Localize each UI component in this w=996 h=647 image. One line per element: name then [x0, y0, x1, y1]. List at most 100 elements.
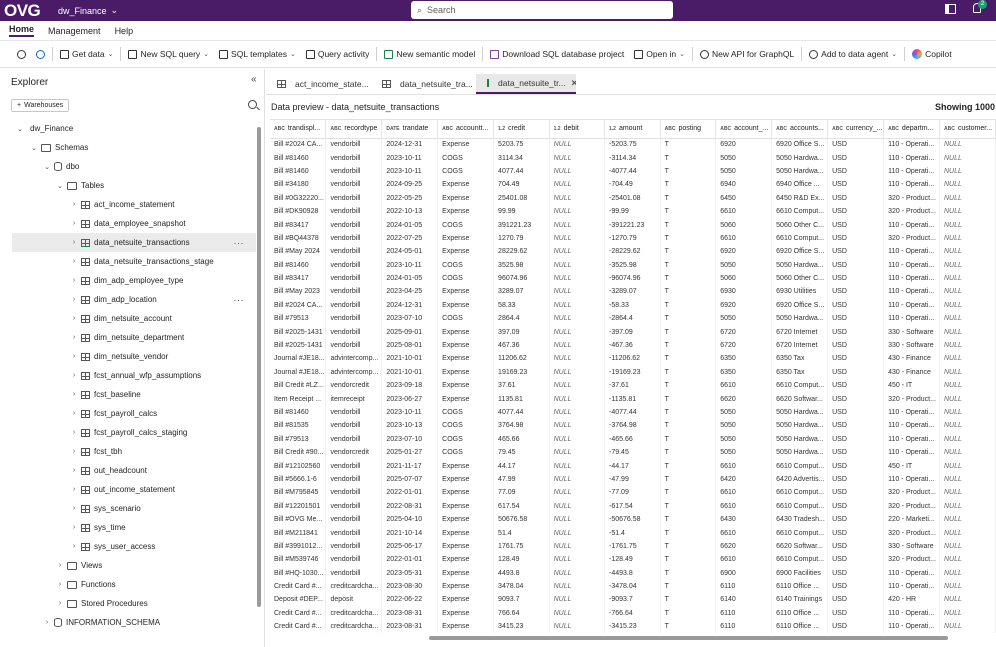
table-cell[interactable]: NULL: [549, 539, 605, 554]
table-cell[interactable]: 58.33: [493, 298, 550, 313]
table-row[interactable]: Bill #M795845 vendorbill 2022-01-01 Expense…: [270, 486, 996, 500]
table-cell[interactable]: Bill #12102560: [270, 459, 327, 473]
table-cell[interactable]: 6920 Office S...: [771, 298, 829, 313]
table-row[interactable]: Bill #3991012... vendorbill 2025-06-17 Expe…: [270, 539, 996, 554]
table-cell[interactable]: -58.33: [604, 298, 661, 313]
table-cell[interactable]: 5203.75: [493, 138, 550, 152]
table-cell[interactable]: 5050 Hardwa...: [771, 151, 829, 165]
table-cell[interactable]: USD: [827, 539, 885, 554]
table-cell[interactable]: 5050 Hardwa...: [771, 164, 829, 179]
table-cell[interactable]: NULL: [549, 593, 605, 607]
table-cell[interactable]: T: [660, 405, 717, 420]
table-row[interactable]: Bill #83417 vendorbill 2024-01-05 COGS 96074…: [270, 271, 996, 286]
table-cell[interactable]: NULL: [939, 164, 996, 179]
table-cell[interactable]: 110 - Operati...: [883, 606, 940, 621]
table-cell[interactable]: NULL: [939, 352, 996, 366]
table-cell[interactable]: NULL: [939, 606, 996, 621]
column-header[interactable]: ABC posting: [660, 120, 717, 139]
explorer-scrollbar[interactable]: [257, 127, 261, 607]
table-cell[interactable]: T: [660, 151, 717, 165]
table-cell[interactable]: T: [660, 338, 717, 353]
table-cell[interactable]: NULL: [939, 285, 996, 299]
table-cell[interactable]: 110 - Operati...: [883, 432, 940, 446]
table-cell[interactable]: 2022-06-22: [381, 593, 439, 607]
table-cell[interactable]: 110 - Operati...: [883, 419, 940, 433]
table-cell[interactable]: 5060 Other C...: [771, 218, 829, 232]
table-cell[interactable]: USD: [827, 593, 885, 607]
tab-management[interactable]: Management: [48, 26, 101, 36]
table-cell[interactable]: USD: [827, 526, 885, 540]
new-graphql-api-button[interactable]: New API for GraphQL: [695, 49, 799, 59]
table-cell[interactable]: NULL: [939, 499, 996, 513]
table-cell[interactable]: NULL: [939, 445, 996, 460]
table-cell[interactable]: NULL: [939, 579, 996, 594]
table-cell[interactable]: 2022-01-01: [381, 486, 439, 500]
table-cell[interactable]: 2021-10-01: [381, 352, 439, 366]
tree-node-table[interactable]: › sys_scenario: [70, 499, 141, 518]
table-cell[interactable]: NULL: [939, 419, 996, 433]
column-header[interactable]: ABC recordtype: [325, 120, 383, 139]
tab-act-income-statement[interactable]: act_income_state...: [266, 74, 370, 94]
table-cell[interactable]: 6930 Utilities: [771, 285, 829, 299]
table-cell[interactable]: 110 - Operati...: [883, 151, 940, 165]
table-cell[interactable]: vendorbill: [325, 271, 383, 286]
table-row[interactable]: Credit Card #... creditcardcha... 2023-08-…: [270, 620, 996, 633]
table-cell[interactable]: Expense: [437, 593, 495, 607]
tree-node-table[interactable]: › act_income_statement: [70, 195, 175, 214]
table-cell[interactable]: USD: [827, 579, 885, 594]
table-cell[interactable]: -2864.4: [604, 312, 661, 326]
search-icon[interactable]: [248, 100, 257, 109]
table-row[interactable]: Bill #2024 CA... vendorbill 2024-12-31 Expe…: [270, 138, 996, 152]
table-cell[interactable]: Expense: [437, 231, 495, 246]
table-cell[interactable]: 110 - Operati...: [883, 138, 940, 152]
table-cell[interactable]: 6720: [715, 338, 773, 353]
table-cell[interactable]: 465.66: [493, 432, 550, 446]
table-cell[interactable]: USD: [827, 620, 885, 633]
table-cell[interactable]: vendorbill: [325, 178, 383, 192]
table-cell[interactable]: -3478.04: [604, 579, 661, 594]
table-cell[interactable]: NULL: [549, 138, 605, 152]
table-cell[interactable]: 2023-08-30: [381, 579, 439, 594]
table-cell[interactable]: Item Receipt ...: [270, 392, 327, 406]
table-cell[interactable]: 5060 Other C...: [771, 271, 829, 286]
column-header[interactable]: 1.2 debit: [549, 120, 605, 139]
table-cell[interactable]: Bill #79513: [270, 432, 327, 446]
table-cell[interactable]: vendorbill: [325, 218, 383, 232]
column-header[interactable]: ABC account_...: [715, 120, 773, 139]
table-row[interactable]: Bill #OVG Me... vendorbill 2025-04-10 Expen…: [270, 512, 996, 527]
table-cell[interactable]: 5050 Hardwa...: [771, 445, 829, 460]
table-cell[interactable]: 6610: [715, 231, 773, 246]
table-cell[interactable]: NULL: [549, 231, 605, 246]
table-row[interactable]: Bill #5666.1-6 vendorbill 2025-07-07 Expens…: [270, 472, 996, 487]
table-cell[interactable]: T: [660, 352, 717, 366]
table-cell[interactable]: 6610 Comput...: [771, 553, 829, 567]
table-cell[interactable]: 2023-07-10: [381, 312, 439, 326]
table-cell[interactable]: 5050: [715, 405, 773, 420]
table-cell[interactable]: 320 - Product...: [883, 526, 940, 540]
table-cell[interactable]: NULL: [939, 620, 996, 633]
table-cell[interactable]: 6930: [715, 285, 773, 299]
table-cell[interactable]: T: [660, 472, 717, 487]
table-cell[interactable]: USD: [827, 298, 885, 313]
table-cell[interactable]: COGS: [437, 445, 495, 460]
table-cell[interactable]: COGS: [437, 312, 495, 326]
table-cell[interactable]: creditcardcha...: [325, 579, 383, 594]
tree-node-table[interactable]: › data_netsuite_transactions_stage: [70, 252, 214, 271]
table-cell[interactable]: 2023-08-31: [381, 606, 439, 621]
table-cell[interactable]: USD: [827, 258, 885, 272]
table-cell[interactable]: 320 - Product...: [883, 486, 940, 500]
table-row[interactable]: Bill #81460 vendorbill 2023-10-11 COGS 3114.…: [270, 151, 996, 165]
table-cell[interactable]: -617.54: [604, 499, 661, 513]
table-cell[interactable]: 2864.4: [493, 312, 550, 326]
table-cell[interactable]: vendorbill: [325, 298, 383, 313]
table-cell[interactable]: Expense: [437, 606, 495, 621]
table-cell[interactable]: 110 - Operati...: [883, 258, 940, 272]
table-cell[interactable]: -4077.44: [604, 164, 661, 179]
table-cell[interactable]: USD: [827, 405, 885, 420]
table-cell[interactable]: 6450: [715, 191, 773, 205]
table-cell[interactable]: USD: [827, 472, 885, 487]
table-cell[interactable]: 2024-12-31: [381, 298, 439, 313]
tree-node-table[interactable]: › out_income_statement: [70, 480, 175, 499]
table-cell[interactable]: 77.09: [493, 486, 550, 500]
table-row[interactable]: Bill #81460 vendorbill 2023-10-11 COGS 4077.…: [270, 164, 996, 179]
